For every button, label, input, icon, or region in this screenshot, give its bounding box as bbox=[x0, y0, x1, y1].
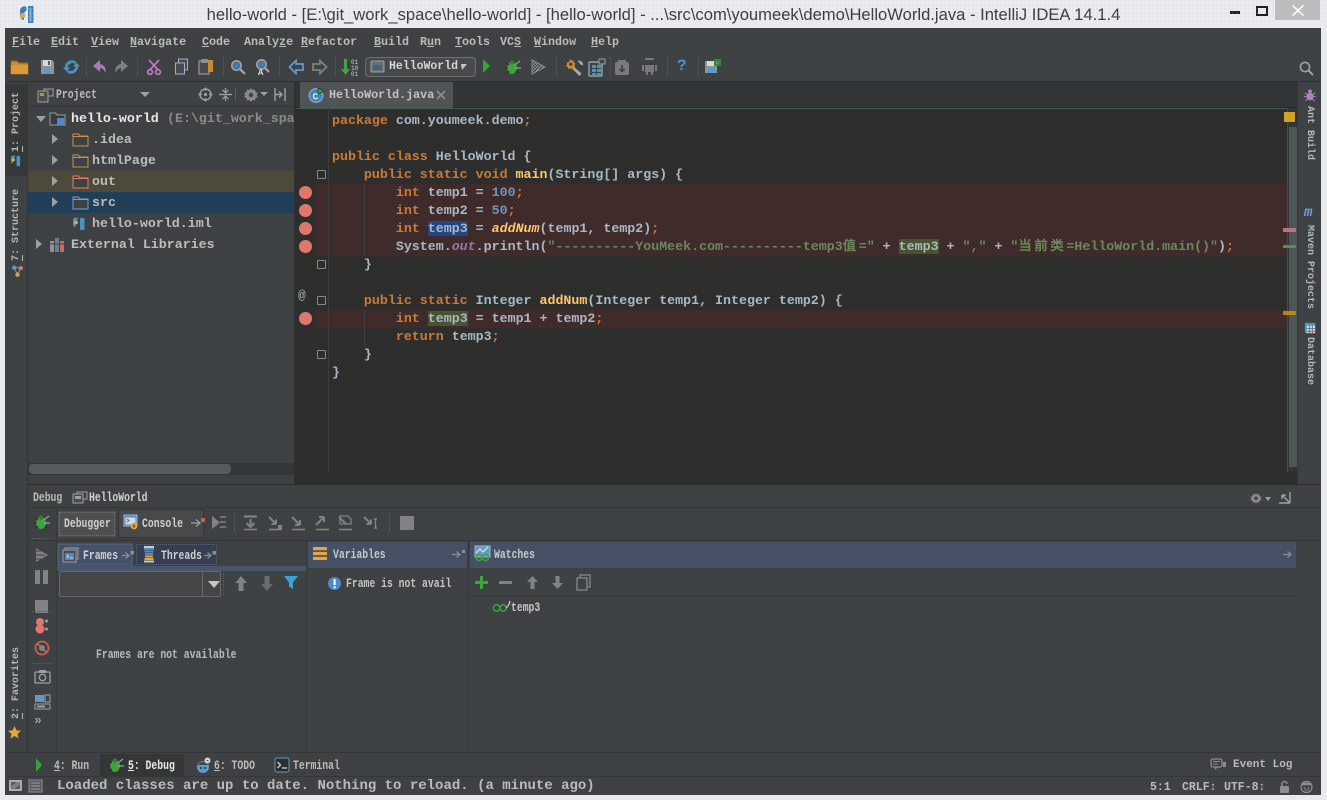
svg-text:A: A bbox=[258, 68, 264, 76]
svg-text:01: 01 bbox=[351, 71, 359, 77]
